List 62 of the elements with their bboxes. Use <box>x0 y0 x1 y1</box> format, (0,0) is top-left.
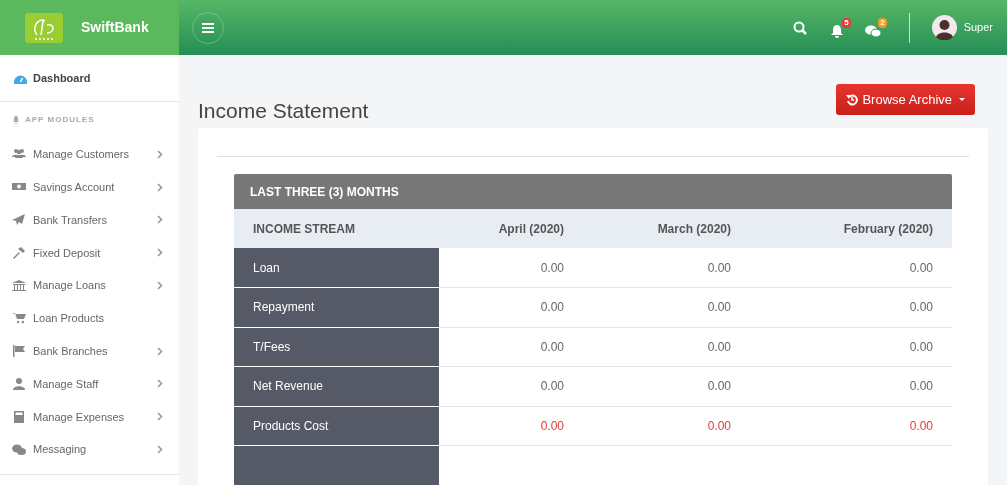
caret-icon <box>959 97 965 102</box>
user-icon <box>12 377 26 390</box>
sidebar-item[interactable]: Bank Transfers <box>0 203 179 237</box>
sidebar-item[interactable]: Manage Customers <box>0 138 179 171</box>
table-cell: 0.00 <box>583 327 750 367</box>
table-cell: 0.00 <box>750 406 952 446</box>
sidebar-item[interactable]: Manage Loans <box>0 269 179 302</box>
message-badge: 2 <box>878 17 887 28</box>
dashboard-link[interactable]: Dashboard <box>33 69 91 87</box>
calculator-icon <box>12 410 26 423</box>
cart-icon <box>12 312 26 325</box>
sidebar-item[interactable]: Loan Products <box>0 302 179 335</box>
table-cell: 0.00 <box>750 366 952 406</box>
section-heading: APP MODULES <box>25 114 95 126</box>
row-label: T/Fees <box>234 327 439 367</box>
bell-icon <box>830 24 843 38</box>
notification-badge: 5 <box>842 17 851 28</box>
page-title: Income Statement <box>198 98 369 124</box>
table-cell: 0.00 <box>439 327 583 367</box>
logo-icon <box>25 12 63 43</box>
table-cell: 0.00 <box>439 248 583 288</box>
table-cell: 0.00 <box>583 406 750 446</box>
row-label: Loan <box>234 248 439 288</box>
chat-icon <box>12 443 26 456</box>
chat-icon <box>864 24 881 38</box>
history-icon <box>846 93 859 106</box>
row-label: Products Cost <box>234 406 439 446</box>
menu-icon <box>202 22 214 33</box>
column-header: February (2020) <box>750 209 952 248</box>
table-caption: LAST THREE (3) MONTHS <box>234 174 952 209</box>
flag-icon <box>12 345 26 358</box>
table-cell: 0.00 <box>439 406 583 446</box>
paper-plane-icon <box>12 214 26 226</box>
table-cell: 0.00 <box>439 287 583 327</box>
users-icon <box>12 148 26 161</box>
table-cell: 0.00 <box>750 248 952 288</box>
column-header: April (2020) <box>439 209 583 248</box>
brand-name: SwiftBank <box>81 18 149 37</box>
table-cell: 0.00 <box>583 287 750 327</box>
avatar[interactable] <box>931 15 957 40</box>
sidebar-item[interactable]: Savings Account <box>0 170 179 204</box>
table-cell: 0.00 <box>750 287 952 327</box>
table-cell: 0.00 <box>583 366 750 406</box>
table-cell: 0.00 <box>583 248 750 288</box>
hammer-icon <box>12 246 26 259</box>
browse-archive-button[interactable]: Browse Archive <box>836 84 975 115</box>
table-cell: 0.00 <box>750 327 952 367</box>
bank-icon <box>12 279 26 292</box>
notifications-button[interactable]: 5 <box>830 17 851 38</box>
sidebar-item[interactable]: Manage Staff <box>0 367 179 401</box>
search-icon[interactable] <box>792 20 807 35</box>
bell-icon <box>13 116 19 124</box>
sidebar-item[interactable]: Manage Expenses <box>0 400 179 434</box>
table-cell: 0.00 <box>439 366 583 406</box>
sidebar-item[interactable]: Bank Branches <box>0 334 179 368</box>
sidebar-item[interactable]: Fixed Deposit <box>0 236 179 270</box>
column-header: INCOME STREAM <box>234 209 439 248</box>
row-label: Net Revenue <box>234 366 439 406</box>
user-name[interactable]: Super <box>963 19 993 36</box>
sidebar-item[interactable]: Messaging <box>0 433 179 466</box>
row-label: Repayment <box>234 287 439 327</box>
column-header: March (2020) <box>583 209 750 248</box>
